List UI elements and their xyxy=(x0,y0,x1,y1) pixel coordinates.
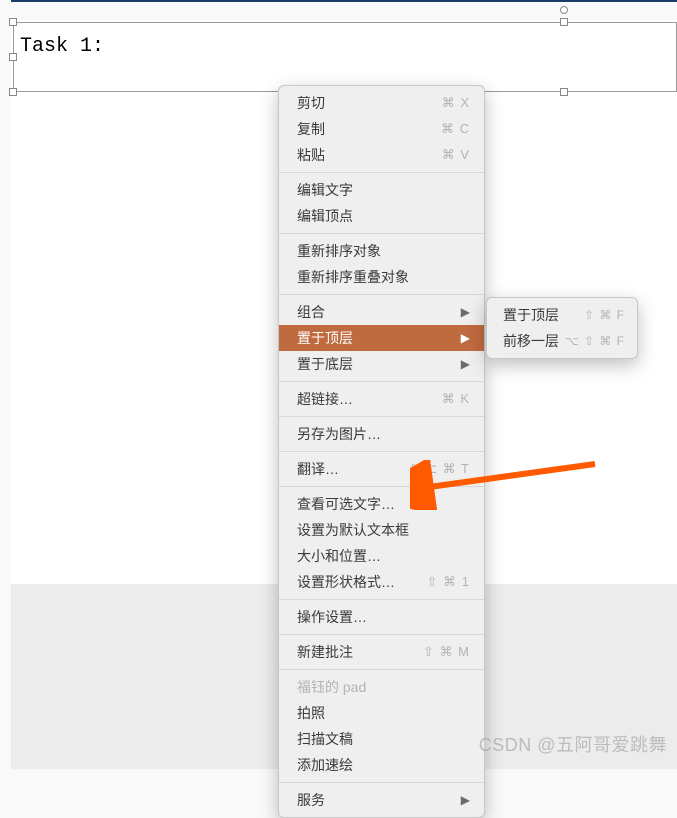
menu-label: 超链接… xyxy=(297,389,353,409)
menu-shortcut: ⌘ V xyxy=(442,145,470,165)
menu-format-shape[interactable]: 设置形状格式… ⇧ ⌘ 1 xyxy=(279,569,484,595)
menu-separator xyxy=(279,634,484,635)
menu-edit-text[interactable]: 编辑文字 xyxy=(279,177,484,203)
menu-label: 前移一层 xyxy=(503,331,559,351)
menu-add-sketch[interactable]: 添加速绘 xyxy=(279,752,484,778)
chevron-right-icon: ▶ xyxy=(461,328,470,348)
menu-take-photo[interactable]: 拍照 xyxy=(279,700,484,726)
menu-label: 置于顶层 xyxy=(297,328,353,348)
menu-separator xyxy=(279,451,484,452)
menu-label: 拍照 xyxy=(297,703,325,723)
menu-continuity-device: 福钰的 pad xyxy=(279,674,484,700)
menu-shortcut: ⌘ K xyxy=(442,389,470,409)
menu-label: 置于底层 xyxy=(297,354,353,374)
menu-action-settings[interactable]: 操作设置… xyxy=(279,604,484,630)
menu-label: 服务 xyxy=(297,790,325,810)
menu-reorder-objects[interactable]: 重新排序对象 xyxy=(279,238,484,264)
menu-send-to-back[interactable]: 置于底层 ▶ xyxy=(279,351,484,377)
menu-group[interactable]: 组合 ▶ xyxy=(279,299,484,325)
menu-edit-vertex[interactable]: 编辑顶点 xyxy=(279,203,484,229)
rotate-handle[interactable] xyxy=(560,6,568,14)
submenu-bring-forward-item[interactable]: 前移一层 ⌥ ⇧ ⌘ F xyxy=(487,328,637,354)
menu-label: 编辑顶点 xyxy=(297,206,353,226)
context-menu: 剪切 ⌘ X 复制 ⌘ C 粘贴 ⌘ V 编辑文字 编辑顶点 重新排序对象 重新… xyxy=(278,85,485,818)
chevron-right-icon: ▶ xyxy=(461,302,470,322)
menu-hyperlink[interactable]: 超链接… ⌘ K xyxy=(279,386,484,412)
menu-label: 翻译… xyxy=(297,459,339,479)
menu-separator xyxy=(279,381,484,382)
submenu-bring-to-front-item[interactable]: 置于顶层 ⇧ ⌘ F xyxy=(487,302,637,328)
chevron-right-icon: ▶ xyxy=(461,354,470,374)
submenu-bring-to-front: 置于顶层 ⇧ ⌘ F 前移一层 ⌥ ⇧ ⌘ F xyxy=(486,297,638,359)
menu-paste[interactable]: 粘贴 ⌘ V xyxy=(279,142,484,168)
menu-label: 重新排序重叠对象 xyxy=(297,267,409,287)
menu-shortcut: ⇧ ⌘ M xyxy=(423,642,470,662)
menu-cut[interactable]: 剪切 ⌘ X xyxy=(279,90,484,116)
menu-shortcut: ⌥ ⇧ ⌘ F xyxy=(565,331,625,351)
menu-label: 复制 xyxy=(297,119,325,139)
menu-set-default-textbox[interactable]: 设置为默认文本框 xyxy=(279,517,484,543)
textbox-content: Task 1: xyxy=(20,35,104,58)
chevron-right-icon: ▶ xyxy=(461,790,470,810)
menu-separator xyxy=(279,782,484,783)
resize-handle-s[interactable] xyxy=(560,88,568,96)
menu-separator xyxy=(279,172,484,173)
menu-separator xyxy=(279,599,484,600)
menu-label: 另存为图片… xyxy=(297,424,381,444)
menu-shortcut: ⇧ ⌘ 1 xyxy=(427,572,470,592)
menu-shortcut: ⇧ ⌘ F xyxy=(584,305,625,325)
menu-label: 剪切 xyxy=(297,93,325,113)
menu-label: 新建批注 xyxy=(297,642,353,662)
menu-separator xyxy=(279,294,484,295)
menu-label: 大小和位置… xyxy=(297,546,381,566)
menu-shortcut: ^ ⌥ ⌘ T xyxy=(410,459,470,479)
menu-shortcut: ⌘ C xyxy=(441,119,470,139)
menu-translate[interactable]: 翻译… ^ ⌥ ⌘ T xyxy=(279,456,484,482)
menu-view-alt-text[interactable]: 查看可选文字… xyxy=(279,491,484,517)
menu-separator xyxy=(279,669,484,670)
menu-shortcut: ⌘ X xyxy=(442,93,470,113)
menu-label: 操作设置… xyxy=(297,607,367,627)
app-title-bar xyxy=(11,0,677,4)
menu-label: 置于顶层 xyxy=(503,305,559,325)
menu-label: 福钰的 pad xyxy=(297,677,366,697)
watermark: CSDN @五阿哥爱跳舞 xyxy=(479,731,667,757)
menu-save-as-picture[interactable]: 另存为图片… xyxy=(279,421,484,447)
menu-label: 设置为默认文本框 xyxy=(297,520,409,540)
menu-label: 添加速绘 xyxy=(297,755,353,775)
resize-handle-n[interactable] xyxy=(560,18,568,26)
menu-label: 粘贴 xyxy=(297,145,325,165)
menu-label: 设置形状格式… xyxy=(297,572,395,592)
resize-handle-nw[interactable] xyxy=(9,18,17,26)
menu-reorder-overlap[interactable]: 重新排序重叠对象 xyxy=(279,264,484,290)
menu-label: 扫描文稿 xyxy=(297,729,353,749)
menu-scan-document[interactable]: 扫描文稿 xyxy=(279,726,484,752)
menu-label: 编辑文字 xyxy=(297,180,353,200)
menu-label: 组合 xyxy=(297,302,325,322)
menu-bring-to-front[interactable]: 置于顶层 ▶ xyxy=(279,325,484,351)
menu-separator xyxy=(279,486,484,487)
menu-size-and-position[interactable]: 大小和位置… xyxy=(279,543,484,569)
menu-copy[interactable]: 复制 ⌘ C xyxy=(279,116,484,142)
menu-services[interactable]: 服务 ▶ xyxy=(279,787,484,813)
menu-separator xyxy=(279,416,484,417)
menu-label: 重新排序对象 xyxy=(297,241,381,261)
menu-separator xyxy=(279,233,484,234)
menu-new-comment[interactable]: 新建批注 ⇧ ⌘ M xyxy=(279,639,484,665)
selected-textbox[interactable]: Task 1: xyxy=(13,22,677,92)
resize-handle-sw[interactable] xyxy=(9,88,17,96)
menu-label: 查看可选文字… xyxy=(297,494,395,514)
resize-handle-w[interactable] xyxy=(9,53,17,61)
